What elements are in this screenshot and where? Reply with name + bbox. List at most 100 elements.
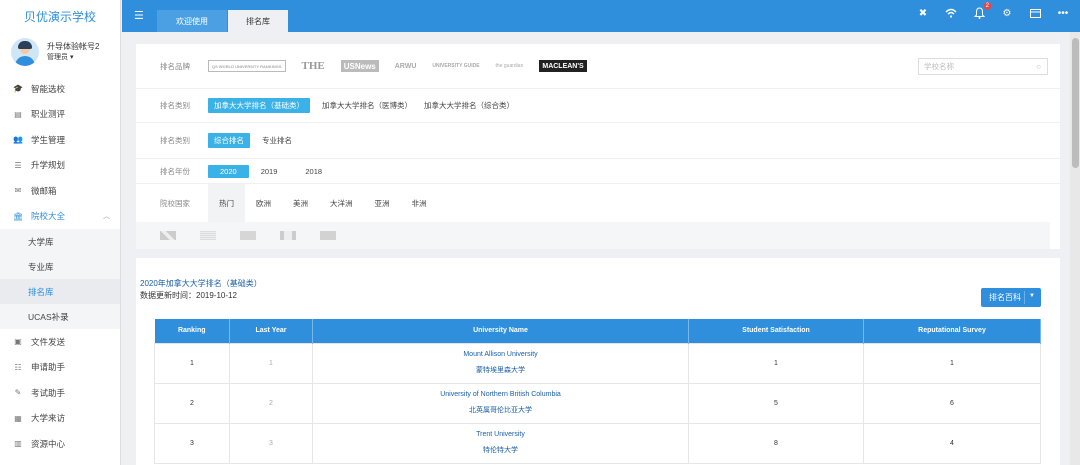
menu-item-file-send[interactable]: ▣ 文件发送 bbox=[0, 329, 120, 355]
update-time: 数据更新时间：2019-10-12 bbox=[140, 291, 237, 300]
region-tab-hot[interactable]: 热门 bbox=[208, 184, 245, 222]
brand-arwu[interactable]: ARWU bbox=[395, 60, 417, 72]
cell-reputation: 1 bbox=[863, 342, 1041, 384]
category-option-medical[interactable]: 加拿大大学排名（医博类） bbox=[322, 100, 412, 111]
hamburger-menu-icon[interactable]: ☰ bbox=[134, 9, 144, 22]
type-option-overall[interactable]: 综合排名 bbox=[208, 133, 250, 148]
wifi-icon[interactable] bbox=[944, 6, 958, 20]
edit-icon: ✎ bbox=[14, 388, 22, 398]
cell-satisfaction: 8 bbox=[688, 422, 864, 464]
australia-flag-icon[interactable] bbox=[240, 231, 256, 240]
user-role-dropdown[interactable]: 管理员 ▾ bbox=[47, 52, 99, 63]
institution-icon: 🏛 bbox=[13, 211, 24, 221]
year-option-2019[interactable]: 2019 bbox=[261, 167, 278, 176]
brand-usnews[interactable]: USNews bbox=[340, 60, 379, 72]
submenu-ucas[interactable]: UCAS补录 bbox=[0, 304, 120, 329]
cell-university: Trent University 特伦特大学 bbox=[312, 422, 689, 464]
search-icon: ○ bbox=[1036, 62, 1041, 71]
year-option-2018[interactable]: 2018 bbox=[305, 167, 322, 176]
menu-item-smart-selection[interactable]: 🎓 智能选校 bbox=[0, 76, 120, 102]
main-menu: 🎓 智能选校 ▤ 职业测评 👥 学生管理 ☰ 升学规划 ✉ 微邮箱 🏛 院校大全 ︿ bbox=[0, 76, 120, 229]
ranking-encyclopedia-button[interactable]: 排名百科 ▼ bbox=[981, 288, 1041, 307]
canada-flag-icon[interactable] bbox=[280, 231, 296, 240]
calendar-icon[interactable] bbox=[1028, 6, 1042, 20]
brand-label: 排名品牌 bbox=[160, 61, 190, 71]
university-link-en[interactable]: Mount Allison University bbox=[313, 351, 688, 358]
menu-item-university-visit[interactable]: ▦ 大学来访 bbox=[0, 406, 120, 432]
users-icon: 👥 bbox=[13, 135, 23, 145]
school-search-input[interactable]: 学校名称 ○ bbox=[918, 58, 1048, 75]
type-row: 排名类别 综合排名 专业排名 bbox=[136, 123, 1060, 159]
menu-item-application-assistant[interactable]: ☷ 申请助手 bbox=[0, 355, 120, 381]
menu-item-student-management[interactable]: 👥 学生管理 bbox=[0, 127, 120, 153]
region-tab-asia[interactable]: 亚洲 bbox=[364, 184, 401, 222]
university-link-zh[interactable]: 蒙特埃里森大学 bbox=[313, 365, 688, 375]
menu-item-institutions[interactable]: 🏛 院校大全 ︿ bbox=[0, 204, 120, 230]
tab-ranking-library[interactable]: 排名库 bbox=[228, 10, 288, 32]
table-row: 2 2 University of Northern British Colum… bbox=[154, 382, 1041, 424]
brand-the[interactable]: THE bbox=[302, 60, 325, 72]
top-bar: ☰ 欢迎使用 排名库 ✖ 2 ⚙ ••• bbox=[122, 0, 1080, 32]
user-panel[interactable]: 升导体验帐号2 管理员 ▾ bbox=[0, 32, 120, 72]
menu-item-mail[interactable]: ✉ 微邮箱 bbox=[0, 178, 120, 204]
category-option-basic[interactable]: 加拿大大学排名（基础类） bbox=[208, 98, 310, 113]
cell-satisfaction: 1 bbox=[688, 342, 864, 384]
school-name: 贝优演示学校 bbox=[23, 9, 96, 24]
close-circle-icon[interactable]: ✖ bbox=[916, 6, 930, 20]
brand-row: 排名品牌 QS WORLD UNIVERSITY RANKINGS THE US… bbox=[136, 44, 1060, 89]
ranking-panel: 2020年加拿大大学排名（基础类） 数据更新时间：2019-10-12 排名百科… bbox=[136, 258, 1060, 465]
category-option-comprehensive[interactable]: 加拿大大学排名（综合类） bbox=[424, 100, 514, 111]
bell-icon[interactable]: 2 bbox=[972, 2, 991, 20]
brand-university-guide[interactable]: UNIVERSITY GUIDE bbox=[432, 60, 479, 72]
col-student-satisfaction[interactable]: Student Satisfaction bbox=[688, 319, 864, 343]
more-icon[interactable]: ••• bbox=[1056, 6, 1070, 20]
university-link-en[interactable]: University of Northern British Columbia bbox=[313, 391, 688, 398]
cell-satisfaction: 5 bbox=[688, 382, 864, 424]
col-last-year[interactable]: Last Year bbox=[229, 319, 313, 343]
university-link-zh[interactable]: 北英属哥伦比亚大学 bbox=[313, 405, 688, 415]
col-reputational-survey[interactable]: Reputational Survey bbox=[863, 319, 1041, 343]
region-tab-africa[interactable]: 非洲 bbox=[401, 184, 438, 222]
notification-badge: 2 bbox=[983, 2, 991, 10]
new-zealand-flag-icon[interactable] bbox=[320, 231, 336, 240]
cell-last-year: 3 bbox=[229, 422, 313, 464]
submenu-university-library[interactable]: 大学库 bbox=[0, 229, 120, 254]
tab-welcome[interactable]: 欢迎使用 bbox=[157, 10, 227, 32]
us-flag-icon[interactable] bbox=[200, 231, 216, 240]
type-option-subject[interactable]: 专业排名 bbox=[262, 135, 292, 146]
region-tab-oceania[interactable]: 大洋洲 bbox=[319, 184, 364, 222]
category-label: 排名类别 bbox=[160, 101, 190, 110]
list-icon: ☷ bbox=[14, 362, 22, 372]
region-tab-europe[interactable]: 欧洲 bbox=[245, 184, 282, 222]
cell-last-year: 2 bbox=[229, 382, 313, 424]
menu-item-resource-center[interactable]: ▥ 资源中心 bbox=[0, 431, 120, 457]
university-link-zh[interactable]: 特伦特大学 bbox=[313, 445, 688, 455]
university-link-en[interactable]: Trent University bbox=[313, 431, 688, 438]
brand-qs[interactable]: QS WORLD UNIVERSITY RANKINGS bbox=[208, 60, 286, 72]
cell-last-year: 1 bbox=[229, 342, 313, 384]
table-row: 3 3 Trent University 特伦特大学 8 4 bbox=[154, 422, 1041, 464]
table-row: 1 1 Mount Allison University 蒙特埃里森大学 1 1 bbox=[154, 342, 1041, 384]
table-header: Ranking Last Year University Name Studen… bbox=[154, 319, 1041, 343]
avatar bbox=[11, 38, 39, 66]
assessment-icon: ▤ bbox=[14, 109, 22, 119]
col-ranking[interactable]: Ranking bbox=[154, 319, 230, 343]
cell-university: Mount Allison University 蒙特埃里森大学 bbox=[312, 342, 689, 384]
scrollbar-thumb[interactable] bbox=[1072, 38, 1079, 168]
submenu-ranking-library[interactable]: 排名库 bbox=[0, 279, 120, 304]
year-option-2020[interactable]: 2020 bbox=[208, 164, 249, 178]
col-university-name[interactable]: University Name bbox=[312, 319, 689, 343]
brand-guardian[interactable]: the guardian bbox=[496, 60, 524, 72]
planning-icon: ☰ bbox=[14, 160, 22, 170]
menu-item-planning[interactable]: ☰ 升学规划 bbox=[0, 153, 120, 179]
year-label: 排名年份 bbox=[160, 166, 190, 176]
file-send-icon: ▣ bbox=[14, 337, 22, 347]
uk-flag-icon[interactable] bbox=[160, 231, 176, 240]
menu-item-exam-assistant[interactable]: ✎ 考试助手 bbox=[0, 380, 120, 406]
brand-macleans[interactable]: MACLEAN'S bbox=[539, 60, 587, 72]
cell-rank: 1 bbox=[154, 342, 230, 384]
region-tab-americas[interactable]: 美洲 bbox=[282, 184, 319, 222]
gear-icon[interactable]: ⚙ bbox=[1000, 6, 1014, 20]
menu-item-career-assessment[interactable]: ▤ 职业测评 bbox=[0, 102, 120, 128]
submenu-major-library[interactable]: 专业库 bbox=[0, 254, 120, 279]
